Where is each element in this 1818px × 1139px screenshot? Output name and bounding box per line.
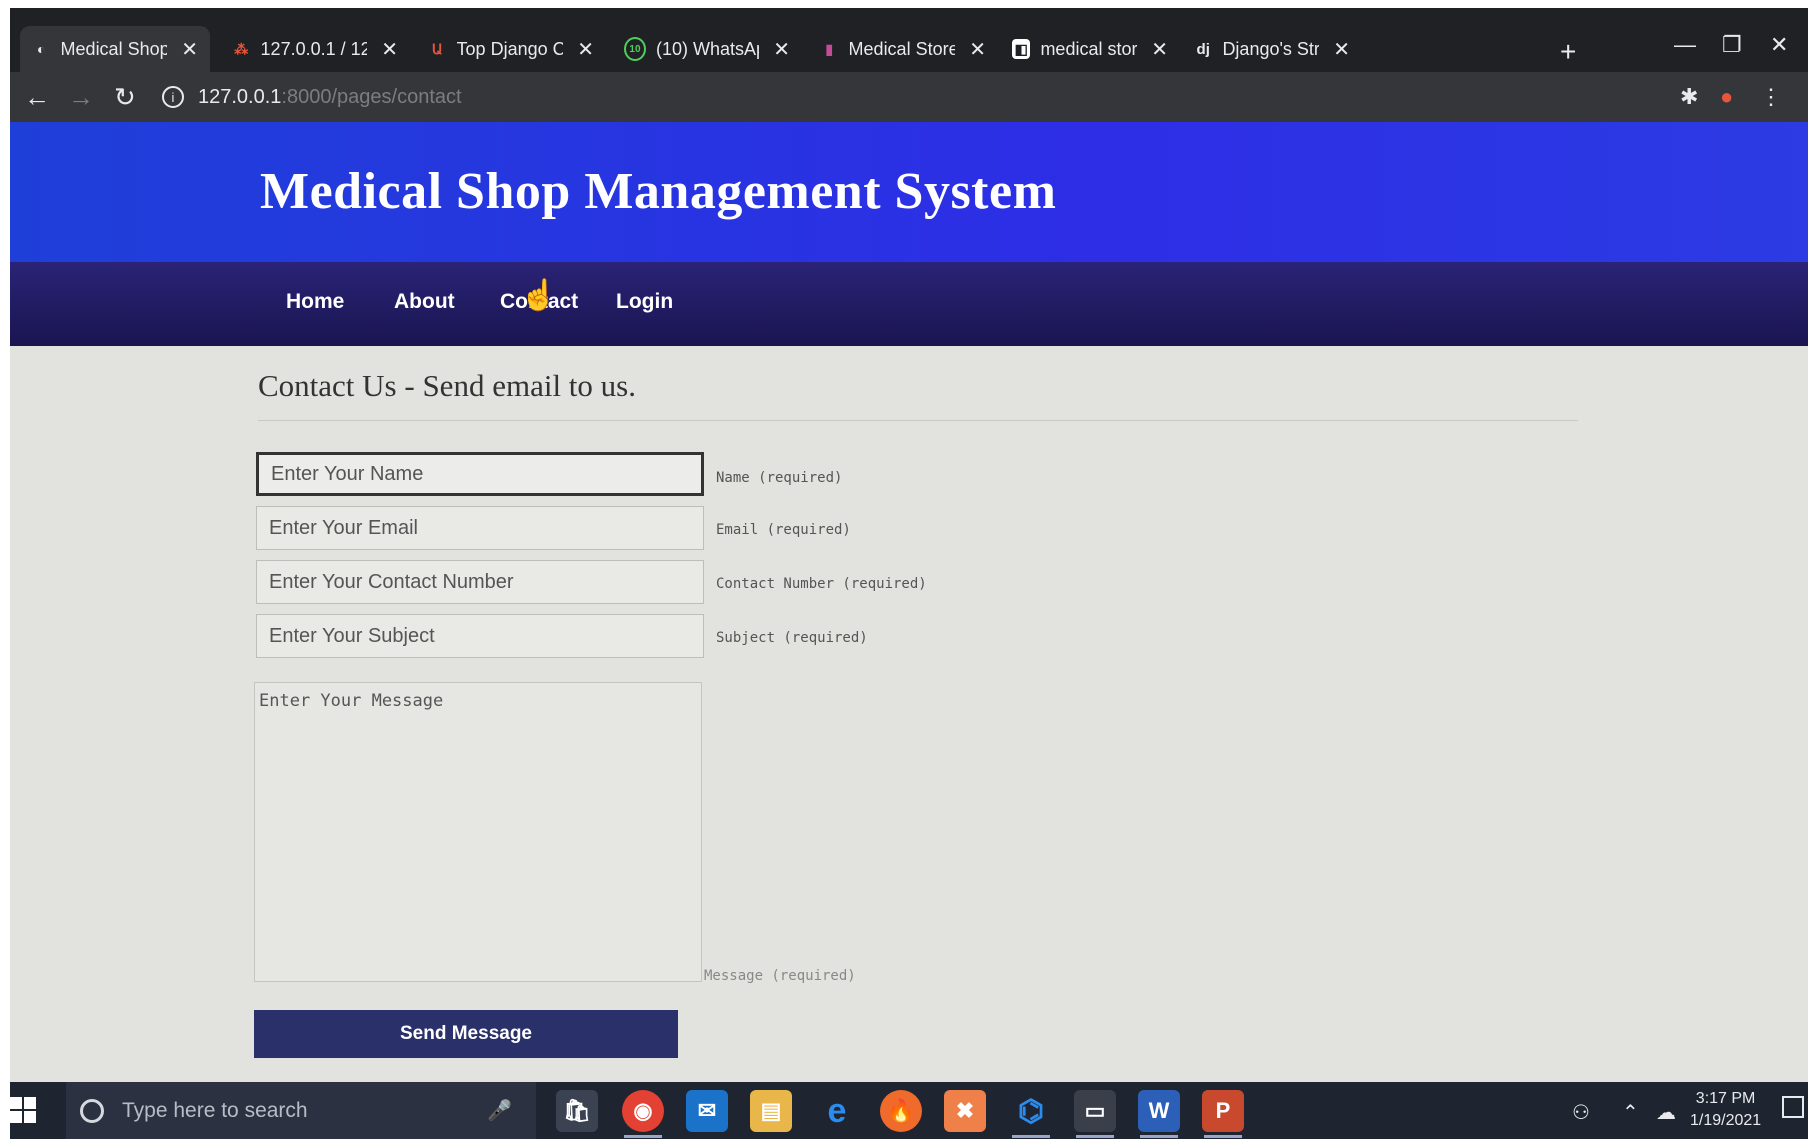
mail-icon[interactable]: ✉ (686, 1090, 728, 1132)
network-icon[interactable]: ☁ (1656, 1100, 1676, 1125)
cortana-icon (80, 1098, 104, 1123)
close-icon[interactable]: ✕ (773, 37, 790, 62)
date: 1/19/2021 (1690, 1112, 1762, 1129)
terminal-icon[interactable]: ▭ (1074, 1090, 1116, 1138)
minimize-icon[interactable]: — (1674, 32, 1696, 58)
tab-label: Django's Structu (1222, 38, 1320, 59)
extensions-icon[interactable]: ✱ (1680, 84, 1698, 110)
forward-icon[interactable]: → (68, 82, 94, 113)
send-message-button[interactable]: Send Message (254, 1010, 678, 1058)
reload-icon[interactable]: ↻ (114, 82, 136, 113)
email-hint: Email (required) (716, 522, 851, 538)
close-icon[interactable]: ✕ (1333, 37, 1350, 62)
powerpoint-icon[interactable]: P (1202, 1090, 1244, 1138)
info-icon: i (162, 86, 184, 108)
close-icon[interactable]: ✕ (577, 37, 594, 62)
contact-section: Contact Us - Send email to us. Name (req… (10, 346, 1808, 1082)
tab-django-courses[interactable]: Ա Top Django Cou ✕ (416, 26, 606, 72)
tab-medical-store-git[interactable]: ▮ Medical Store M ✕ (808, 26, 998, 72)
notification-icon[interactable] (1782, 1096, 1804, 1118)
chevron-up-icon[interactable]: ⌃ (1622, 1100, 1639, 1125)
tab-label: Medical Store M (848, 38, 956, 59)
tab-label: Top Django Cou (456, 38, 564, 59)
screen: ◐ Medical Shop M ✕ ⁂ 127.0.0.1 / 127.0 ✕… (10, 8, 1808, 1139)
avatar[interactable]: ● (1720, 84, 1733, 110)
subject-hint: Subject (required) (716, 630, 868, 646)
udemy-icon: Ա (431, 40, 443, 57)
new-tab-button[interactable]: + (1560, 36, 1576, 68)
close-icon[interactable]: ✕ (969, 37, 986, 62)
tab-whatsapp[interactable]: 10 (10) WhatsApp ✕ (612, 26, 802, 72)
close-icon[interactable]: ✕ (1151, 37, 1168, 62)
name-hint: Name (required) (716, 470, 843, 486)
word-icon[interactable]: W (1138, 1090, 1180, 1138)
vscode-icon[interactable]: ⌬ (1010, 1090, 1052, 1138)
file-explorer-icon[interactable]: ▤ (750, 1090, 792, 1132)
time: 3:17 PM (1695, 1090, 1756, 1107)
message-textarea[interactable] (254, 682, 702, 982)
site-header: Medical Shop Management System (10, 122, 1808, 262)
tab-django-structure[interactable]: dj Django's Structu ✕ (1182, 26, 1362, 72)
tab-strip: ◐ Medical Shop M ✕ ⁂ 127.0.0.1 / 127.0 ✕… (10, 8, 1808, 72)
close-icon[interactable]: ✕ (181, 37, 198, 62)
whatsapp-icon: 10 (624, 37, 646, 61)
subject-input[interactable] (256, 614, 704, 658)
contact-heading: Contact Us - Send email to us. (258, 368, 636, 403)
django-icon: dj (1196, 40, 1210, 58)
back-icon[interactable]: ← (24, 82, 50, 113)
tab-label: 127.0.0.1 / 127.0 (260, 38, 368, 59)
contact-number-input[interactable] (256, 560, 704, 604)
search-placeholder: Type here to search (122, 1098, 308, 1122)
firefox-icon[interactable]: 🔥 (880, 1090, 922, 1132)
divider (258, 420, 1578, 421)
taskbar: Type here to search 🎤 🛍 ◉ ✉ ▤ e 🔥 ✖ ⌬ ▭ … (10, 1082, 1808, 1139)
restore-icon[interactable]: ❐ (1722, 32, 1742, 58)
url-path: :8000/pages/contact (281, 85, 462, 108)
tab-phpmyadmin[interactable]: ⁂ 127.0.0.1 / 127.0 ✕ (220, 26, 410, 72)
address-bar[interactable]: i 127.0.0.1 :8000/pages/contact (162, 78, 1612, 116)
name-input[interactable] (256, 452, 704, 496)
taskbar-search[interactable]: Type here to search 🎤 (66, 1082, 536, 1139)
email-input[interactable] (256, 506, 704, 550)
page-title: Medical Shop Management System (260, 163, 1057, 220)
site-nav: Home About Contact Login (10, 262, 1808, 346)
url-host: 127.0.0.1 (198, 85, 282, 108)
tab-label: (10) WhatsApp (655, 38, 759, 59)
tab-label: medical store m (1040, 38, 1138, 59)
tab-medical-store-m[interactable]: ◧ medical store m ✕ (1000, 26, 1180, 72)
close-icon[interactable]: ✕ (381, 37, 398, 62)
xampp-icon[interactable]: ✖ (944, 1090, 986, 1132)
nav-about[interactable]: About (394, 290, 455, 314)
contact-number-hint: Contact Number (required) (716, 576, 927, 592)
nav-home[interactable]: Home (286, 290, 344, 314)
phpmyadmin-icon: ⁂ (234, 40, 249, 57)
tab-label: Medical Shop M (60, 38, 168, 59)
menu-icon[interactable]: ⋮ (1760, 84, 1782, 110)
close-window-icon[interactable]: ✕ (1770, 32, 1788, 58)
message-hint: Message (required) (704, 968, 856, 984)
tab-medical-shop[interactable]: ◐ Medical Shop M ✕ (20, 26, 210, 72)
hand-cursor-icon: ☝ (520, 279, 558, 312)
store-icon[interactable]: 🛍 (556, 1090, 598, 1132)
nav-login[interactable]: Login (616, 290, 673, 314)
globe-icon: ◐ (37, 41, 46, 57)
app-icon: ◧ (1012, 39, 1031, 59)
microphone-icon[interactable]: 🎤 (487, 1098, 512, 1123)
people-icon[interactable]: ⚇ (1572, 1100, 1590, 1125)
browser-toolbar: ← → ↻ i 127.0.0.1 :8000/pages/contact ✱ … (10, 72, 1808, 122)
windows-start-icon[interactable] (10, 1097, 36, 1123)
edge-icon[interactable]: e (816, 1090, 858, 1132)
clock[interactable]: 3:17 PM 1/19/2021 (1690, 1088, 1761, 1132)
chrome-icon[interactable]: ◉ (622, 1090, 664, 1138)
git-icon: ▮ (825, 40, 834, 57)
